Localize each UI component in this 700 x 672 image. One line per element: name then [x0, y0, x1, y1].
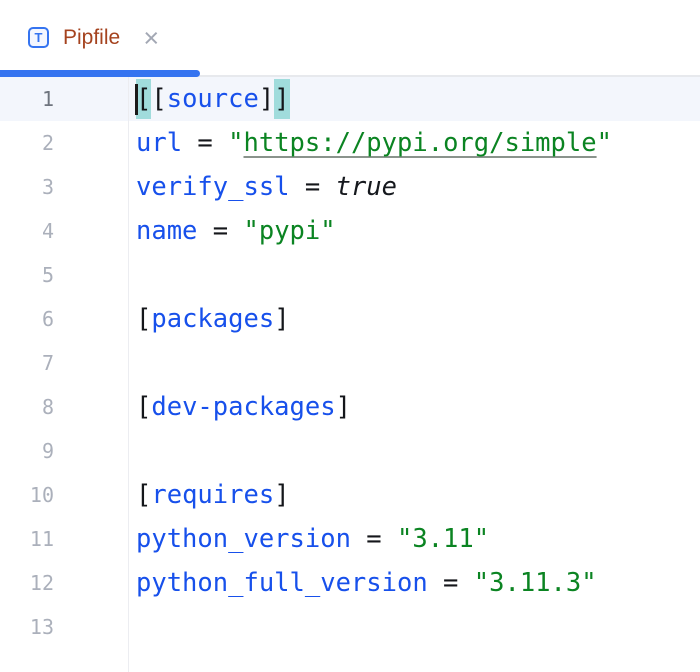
code-line[interactable]: [[source]] [129, 77, 700, 121]
code-token: = [182, 128, 228, 158]
code-line[interactable]: python_full_version = "3.11.3" [129, 561, 700, 605]
code-token: packages [151, 304, 274, 334]
code-token: [ [136, 79, 151, 119]
line-number: 13 [0, 605, 54, 649]
gutter[interactable]: 8 [0, 385, 129, 429]
line-number: 4 [0, 209, 54, 253]
code-token: verify_ssl [136, 172, 290, 202]
toml-file-icon: T [28, 27, 49, 48]
tab-close-icon[interactable]: × [140, 26, 162, 50]
url-link[interactable]: https://pypi.org/simple [243, 128, 596, 158]
tab-pipfile[interactable]: T Pipfile × [0, 0, 200, 75]
code-token: "3.11" [397, 524, 489, 554]
line-number: 1 [0, 77, 54, 121]
code-token: source [167, 84, 259, 114]
code-line[interactable]: verify_ssl = true [129, 165, 700, 209]
editor-tab-bar: T Pipfile × [0, 0, 700, 77]
code-token: " [228, 128, 243, 158]
code-token: python_full_version [136, 568, 428, 598]
code-line[interactable]: python_version = "3.11" [129, 517, 700, 561]
editor-line[interactable]: 2 url = "https://pypi.org/simple" [0, 121, 700, 165]
code-token: = [290, 172, 336, 202]
code-token: ] [274, 304, 289, 334]
gutter[interactable]: 1 [0, 77, 129, 121]
line-number: 11 [0, 517, 54, 561]
line-number: 7 [0, 341, 54, 385]
text-caret [135, 84, 138, 115]
active-tab-underline [0, 70, 200, 77]
editor-line[interactable]: 4 name = "pypi" [0, 209, 700, 253]
gutter-filler-column [0, 649, 129, 672]
code-line[interactable] [129, 341, 700, 385]
gutter[interactable]: 12 [0, 561, 129, 605]
line-number: 3 [0, 165, 54, 209]
code-token: [ [136, 480, 151, 510]
code-token: = [428, 568, 474, 598]
ide-window: T Pipfile × 1[[source]]2url = "https://p… [0, 0, 700, 672]
code-token: " [597, 128, 612, 158]
gutter[interactable]: 13 [0, 605, 129, 649]
gutter[interactable]: 4 [0, 209, 129, 253]
editor[interactable]: 1[[source]]2url = "https://pypi.org/simp… [0, 77, 700, 672]
gutter[interactable]: 2 [0, 121, 129, 165]
code-token: "pypi" [243, 216, 335, 246]
code-token: ] [259, 84, 274, 114]
editor-line[interactable]: 7 [0, 341, 700, 385]
editor-line[interactable]: 9 [0, 429, 700, 473]
editor-line[interactable]: 6 [packages] [0, 297, 700, 341]
code-token: name [136, 216, 197, 246]
code-token: ] [274, 480, 289, 510]
code-token: [ [136, 304, 151, 334]
code-line[interactable] [129, 605, 700, 649]
code-token: ] [274, 79, 289, 119]
editor-line[interactable]: 8 [dev-packages] [0, 385, 700, 429]
line-number: 8 [0, 385, 54, 429]
code-token: requires [151, 480, 274, 510]
code-token: "3.11.3" [474, 568, 597, 598]
code-token: dev-packages [151, 392, 335, 422]
code-line[interactable]: [packages] [129, 297, 700, 341]
editor-line[interactable]: 1[[source]] [0, 77, 700, 121]
gutter[interactable]: 11 [0, 517, 129, 561]
code-token: = [197, 216, 243, 246]
code-line[interactable] [129, 253, 700, 297]
code-token: url [136, 128, 182, 158]
line-number: 12 [0, 561, 54, 605]
line-number: 2 [0, 121, 54, 165]
editor-line[interactable]: 10 [requires] [0, 473, 700, 517]
code-line[interactable]: [requires] [129, 473, 700, 517]
code-token: ] [336, 392, 351, 422]
line-number: 5 [0, 253, 54, 297]
gutter[interactable]: 6 [0, 297, 129, 341]
gutter[interactable]: 3 [0, 165, 129, 209]
code-token: python_version [136, 524, 351, 554]
editor-line[interactable]: 5 [0, 253, 700, 297]
gutter[interactable]: 5 [0, 253, 129, 297]
code-line[interactable]: name = "pypi" [129, 209, 700, 253]
code-line[interactable]: [dev-packages] [129, 385, 700, 429]
editor-line[interactable]: 11 python_version = "3.11" [0, 517, 700, 561]
line-number: 10 [0, 473, 54, 517]
gutter-filler [0, 649, 700, 672]
line-number: 6 [0, 297, 54, 341]
gutter[interactable]: 9 [0, 429, 129, 473]
code-token: [ [136, 392, 151, 422]
editor-line[interactable]: 13 [0, 605, 700, 649]
code-token: [ [151, 84, 166, 114]
code-token: true [336, 172, 397, 202]
line-number: 9 [0, 429, 54, 473]
editor-line[interactable]: 3 verify_ssl = true [0, 165, 700, 209]
gutter[interactable]: 7 [0, 341, 129, 385]
code-line[interactable] [129, 429, 700, 473]
editor-line[interactable]: 12 python_full_version = "3.11.3" [0, 561, 700, 605]
code-token: = [351, 524, 397, 554]
tab-label: Pipfile [63, 26, 120, 50]
gutter[interactable]: 10 [0, 473, 129, 517]
code-line[interactable]: url = "https://pypi.org/simple" [129, 121, 700, 165]
